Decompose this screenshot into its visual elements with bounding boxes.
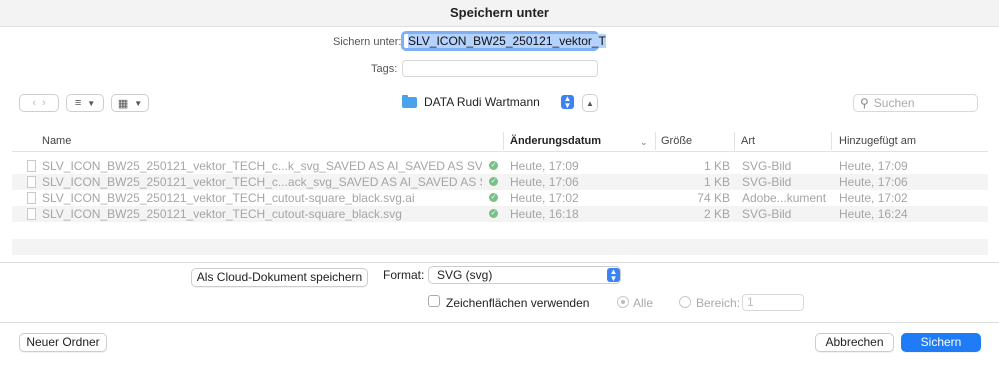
- cancel-button[interactable]: Abbrechen: [815, 333, 894, 352]
- search-placeholder: Suchen: [873, 96, 915, 110]
- synced-check-icon: ✓: [489, 209, 498, 218]
- list-icon: ≡: [74, 97, 82, 109]
- expand-button[interactable]: ▲: [582, 94, 598, 112]
- file-icon: [27, 160, 36, 172]
- file-size: 1 KB: [703, 159, 730, 173]
- synced-check-icon: ✓: [489, 193, 498, 202]
- file-added: Heute, 17:02: [839, 191, 908, 205]
- window-title: Speichern unter: [0, 0, 999, 27]
- location-label: DATA Rudi Wartmann: [424, 95, 540, 109]
- file-name: SLV_ICON_BW25_250121_vektor_TECH_c...k_s…: [42, 159, 482, 173]
- file-kind: SVG-Bild: [742, 175, 792, 189]
- search-icon: ⚲: [860, 96, 869, 110]
- empty-row: [12, 239, 988, 255]
- all-radio[interactable]: [617, 296, 629, 308]
- filename-value: SLV_ICON_BW25_250121_vektor_T: [408, 34, 606, 48]
- file-modified: Heute, 17:09: [510, 159, 579, 173]
- table-row[interactable]: SLV_ICON_BW25_250121_vektor_TECH_c...ack…: [12, 174, 988, 190]
- tags-input[interactable]: [402, 60, 598, 77]
- location-stepper-icon[interactable]: ▲ ▼: [561, 95, 574, 110]
- column-divider: [655, 132, 656, 150]
- format-stepper-icon[interactable]: ▲ ▼: [607, 268, 620, 283]
- chevron-down-icon: ▼: [87, 98, 96, 108]
- file-size: 74 KB: [697, 191, 730, 205]
- file-icon: [27, 192, 36, 204]
- file-size: 1 KB: [703, 175, 730, 189]
- new-folder-button[interactable]: Neuer Ordner: [19, 333, 107, 352]
- save-button[interactable]: Sichern: [901, 333, 981, 352]
- file-modified: Heute, 16:18: [510, 207, 579, 221]
- format-select[interactable]: SVG (svg): [428, 266, 621, 284]
- footer-divider: [0, 322, 999, 323]
- artboards-label: Zeichenflächen verwenden: [446, 296, 590, 310]
- all-label: Alle: [633, 296, 654, 310]
- format-value: SVG (svg): [437, 268, 493, 282]
- file-size: 2 KB: [703, 207, 730, 221]
- forward-icon[interactable]: ›: [42, 97, 46, 109]
- chevron-up-icon: ▲: [586, 98, 594, 108]
- file-kind: SVG-Bild: [742, 207, 792, 221]
- range-radio[interactable]: [679, 296, 691, 308]
- column-divider: [734, 132, 735, 150]
- table-row[interactable]: SLV_ICON_BW25_250121_vektor_TECH_cutout-…: [12, 190, 988, 206]
- column-name[interactable]: Name: [42, 135, 71, 147]
- file-kind: SVG-Bild: [742, 159, 792, 173]
- range-label: Bereich:: [696, 296, 741, 310]
- column-size[interactable]: Größe: [661, 135, 692, 147]
- nav-buttons: ‹ ›: [19, 94, 59, 112]
- folder-icon: [402, 94, 417, 108]
- chevron-down-icon: ▼: [134, 98, 143, 108]
- column-kind[interactable]: Art: [741, 135, 755, 147]
- file-added: Heute, 17:09: [839, 159, 908, 173]
- save-to-cloud-button[interactable]: Als Cloud-Dokument speichern: [191, 268, 368, 287]
- artboards-checkbox[interactable]: [428, 295, 440, 307]
- synced-check-icon: ✓: [489, 177, 498, 186]
- file-icon: [27, 176, 36, 188]
- list-view-button[interactable]: ≡ ▼: [66, 94, 104, 112]
- grid-icon: ▦: [117, 97, 129, 110]
- file-modified: Heute, 17:02: [510, 191, 579, 205]
- save-as-label: Sichern unter:: [333, 36, 402, 48]
- file-added: Heute, 17:06: [839, 175, 908, 189]
- file-name: SLV_ICON_BW25_250121_vektor_TECH_cutout-…: [42, 207, 402, 221]
- table-row[interactable]: SLV_ICON_BW25_250121_vektor_TECH_c...k_s…: [12, 158, 988, 174]
- options-divider: [0, 262, 999, 263]
- back-icon[interactable]: ‹: [32, 97, 36, 109]
- format-label: Format:: [383, 268, 425, 282]
- filename-input[interactable]: SLV_ICON_BW25_250121_vektor_T: [401, 31, 606, 51]
- column-added[interactable]: Hinzugefügt am: [839, 135, 916, 147]
- search-field[interactable]: ⚲ Suchen: [853, 94, 978, 112]
- column-divider: [831, 132, 832, 150]
- file-icon: [27, 208, 36, 220]
- table-header: Name Änderungsdatum ⌄ Größe Art Hinzugef…: [12, 131, 988, 152]
- tags-label: Tags:: [371, 63, 398, 75]
- file-table: Name Änderungsdatum ⌄ Größe Art Hinzugef…: [12, 131, 988, 258]
- file-modified: Heute, 17:06: [510, 175, 579, 189]
- sort-chevron-icon[interactable]: ⌄: [640, 137, 648, 148]
- location-popup[interactable]: DATA Rudi Wartmann: [402, 93, 578, 111]
- file-name: SLV_ICON_BW25_250121_vektor_TECH_c...ack…: [42, 175, 482, 189]
- synced-check-icon: ✓: [489, 161, 498, 170]
- file-kind: Adobe...kument: [742, 191, 827, 205]
- column-divider: [503, 132, 504, 150]
- column-modified[interactable]: Änderungsdatum: [510, 135, 601, 147]
- file-name: SLV_ICON_BW25_250121_vektor_TECH_cutout-…: [42, 191, 415, 205]
- file-added: Heute, 16:24: [839, 207, 908, 221]
- range-input[interactable]: 1: [742, 294, 804, 311]
- table-row[interactable]: SLV_ICON_BW25_250121_vektor_TECH_cutout-…: [12, 206, 988, 222]
- gallery-view-button[interactable]: ▦ ▼: [111, 94, 149, 112]
